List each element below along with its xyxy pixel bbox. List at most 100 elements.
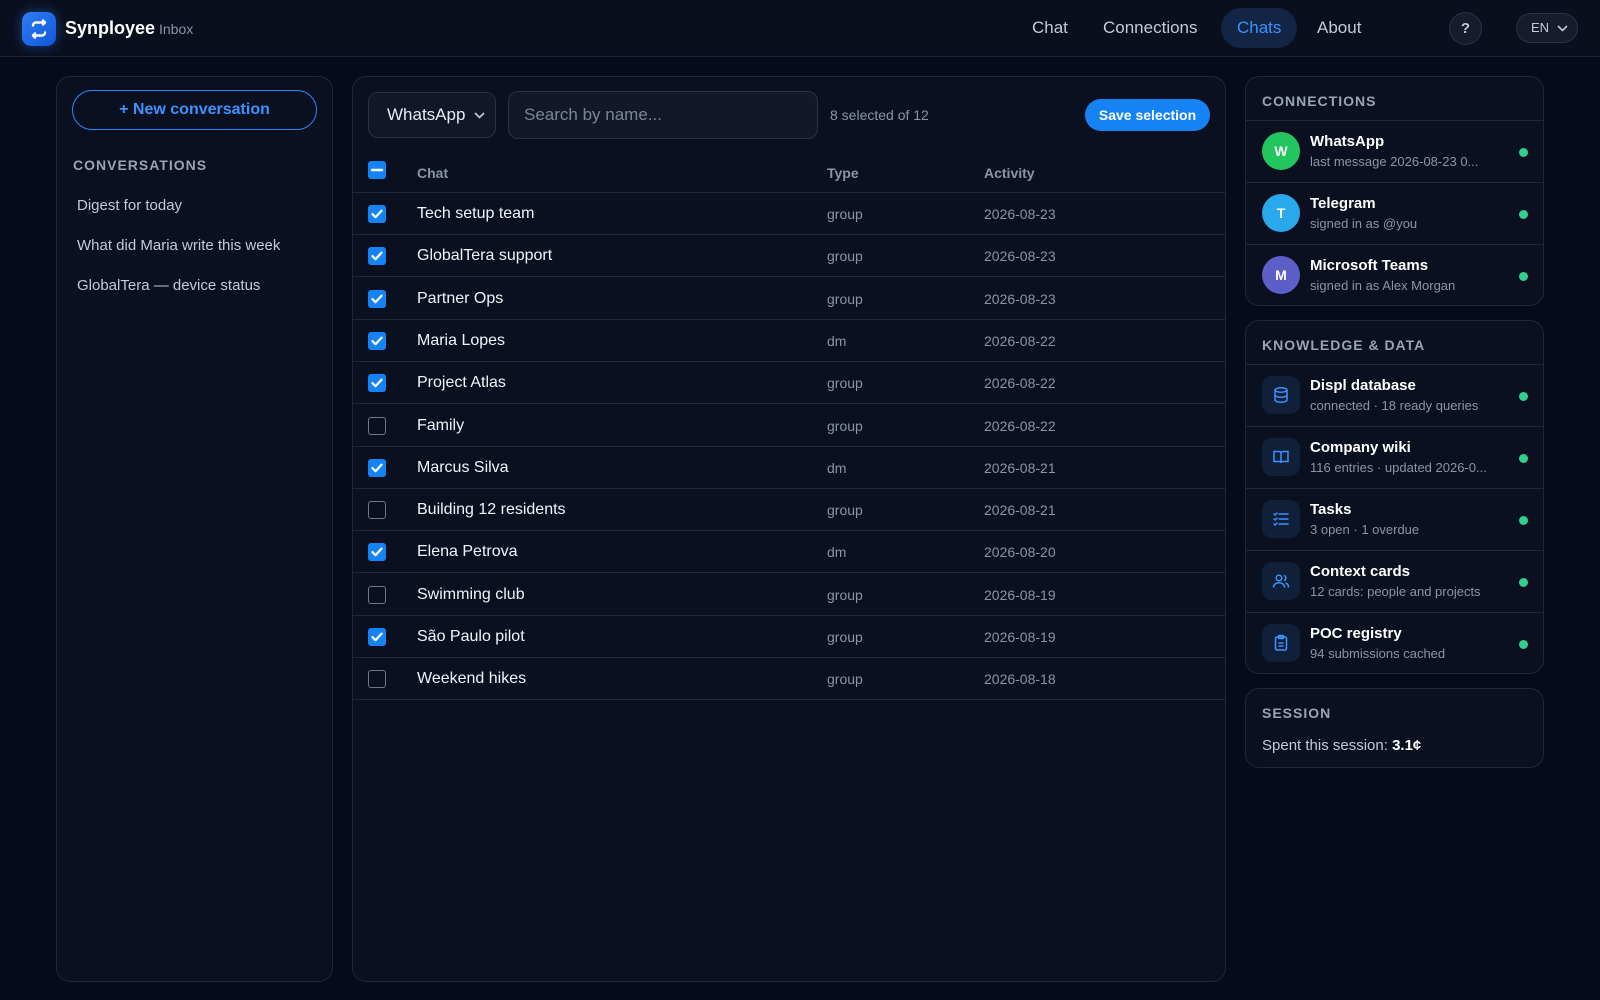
connection-row[interactable]: T Telegram signed in as @you <box>1246 182 1543 244</box>
session-spent-label: Spent this session: <box>1262 737 1388 754</box>
book-icon <box>1262 438 1300 476</box>
chat-name: GlobalTera support <box>417 247 553 265</box>
row-checkbox[interactable] <box>368 501 386 520</box>
knowledge-row[interactable]: Context cards 12 cards: people and projec… <box>1246 550 1543 612</box>
knowledge-card: KNOWLEDGE & DATA Displ database connected… <box>1245 320 1544 674</box>
nav-chats[interactable]: Chats <box>1221 8 1298 48</box>
table-row[interactable]: São Paulo pilot group 2026-08-19 <box>353 616 1225 658</box>
row-checkbox[interactable] <box>368 543 386 562</box>
table-row[interactable]: Family group 2026-08-22 <box>353 405 1225 447</box>
search-input[interactable] <box>508 91 818 139</box>
chat-type: group <box>827 417 863 434</box>
table-row[interactable]: Weekend hikes group 2026-08-18 <box>353 658 1225 701</box>
status-dot <box>1519 578 1528 587</box>
row-checkbox[interactable] <box>368 458 386 477</box>
column-header-type[interactable]: Type <box>827 165 859 181</box>
chat-type: group <box>827 206 863 222</box>
status-dot <box>1519 516 1528 525</box>
list-icon <box>1262 500 1300 538</box>
knowledge-row[interactable]: POC registry 94 submissions cached <box>1246 612 1543 673</box>
chevron-down-icon <box>1557 25 1568 32</box>
table-row[interactable]: Maria Lopes dm 2026-08-22 <box>353 320 1225 362</box>
chat-activity: 2026-08-19 <box>984 586 1056 603</box>
table-row[interactable]: Swimming club group 2026-08-19 <box>353 574 1225 616</box>
help-button[interactable]: ? <box>1449 12 1482 45</box>
column-header-activity[interactable]: Activity <box>984 165 1035 181</box>
chat-name: Tech setup team <box>417 205 535 222</box>
avatar: M <box>1262 256 1300 294</box>
conversations-title: CONVERSATIONS <box>73 157 208 173</box>
row-checkbox[interactable] <box>368 374 386 393</box>
chat-activity: 2026-08-23 <box>984 290 1056 307</box>
session-spent: Spent this session: 3.1¢ <box>1262 737 1421 754</box>
table-row[interactable]: Project Atlas group 2026-08-22 <box>353 362 1225 405</box>
table-row[interactable]: Marcus Silva dm 2026-08-21 <box>353 447 1225 489</box>
table-row[interactable]: Building 12 residents group 2026-08-21 <box>353 489 1225 532</box>
nav-about[interactable]: About <box>1301 8 1377 48</box>
nav-connections[interactable]: Connections <box>1087 8 1214 48</box>
knowledge-row[interactable]: Company wiki 116 entries · updated 2026-0… <box>1246 426 1543 488</box>
connection-row[interactable]: W WhatsApp last message 2026-08-23 0... <box>1246 120 1543 182</box>
knowledge-name: POC registry <box>1310 625 1402 642</box>
top-bar: Synployee Inbox Chat Connections Chats A… <box>0 0 1600 57</box>
chat-activity: 2026-08-22 <box>984 417 1056 434</box>
knowledge-name: Company wiki <box>1310 439 1411 456</box>
connection-name: Microsoft Teams <box>1310 257 1429 274</box>
chat-name: Weekend hikes <box>417 670 527 688</box>
app-logo-icon[interactable] <box>22 12 56 46</box>
avatar: T <box>1262 194 1300 232</box>
status-dot <box>1519 210 1528 219</box>
connections-title: CONNECTIONS <box>1262 93 1377 109</box>
platform-select[interactable]: WhatsApp <box>368 92 496 138</box>
table-row[interactable]: GlobalTera support group 2026-08-23 <box>353 235 1225 278</box>
conversation-item[interactable]: What did Maria write this week <box>77 237 280 254</box>
select-all-checkbox[interactable] <box>368 161 386 179</box>
check-icon <box>371 251 383 261</box>
people-icon <box>1262 562 1300 600</box>
knowledge-row[interactable]: Tasks 3 open · 1 overdue <box>1246 488 1543 550</box>
row-checkbox[interactable] <box>368 331 386 350</box>
conversation-item[interactable]: Digest for today <box>77 197 182 214</box>
chat-type: group <box>827 586 863 603</box>
chat-type: group <box>827 629 863 645</box>
chat-name: Building 12 residents <box>417 501 566 519</box>
connection-detail: signed in as @you <box>1310 216 1418 231</box>
knowledge-detail: connected · 18 ready queries <box>1310 398 1479 413</box>
row-checkbox[interactable] <box>368 289 386 308</box>
table-row[interactable]: Elena Petrova dm 2026-08-20 <box>353 531 1225 574</box>
row-checkbox[interactable] <box>368 670 386 689</box>
status-dot <box>1519 392 1528 401</box>
save-selection-button[interactable]: Save selection <box>1085 99 1210 131</box>
knowledge-row[interactable]: Displ database connected · 18 ready queri… <box>1246 364 1543 426</box>
connection-row[interactable]: M Microsoft Teams signed in as Alex Morgan <box>1246 244 1543 305</box>
table-row[interactable]: Tech setup team group 2026-08-23 <box>353 193 1225 235</box>
chat-type: group <box>827 290 863 307</box>
language-select[interactable]: EN <box>1516 13 1578 43</box>
row-checkbox[interactable] <box>368 416 386 435</box>
chat-activity: 2026-08-18 <box>984 671 1056 688</box>
brand-section: Inbox <box>159 21 194 37</box>
connection-detail: signed in as Alex Morgan <box>1310 278 1456 293</box>
status-dot <box>1519 454 1528 463</box>
new-conversation-button[interactable]: + New conversation <box>72 90 317 130</box>
database-icon <box>1262 376 1300 414</box>
selection-count: 8 selected of 12 <box>830 107 929 123</box>
row-checkbox[interactable] <box>368 205 386 223</box>
nav-chat[interactable]: Chat <box>1016 8 1084 48</box>
knowledge-title: KNOWLEDGE & DATA <box>1262 337 1426 353</box>
minus-icon <box>370 168 384 172</box>
session-card: SESSION Spent this session: 3.1¢ <box>1245 688 1544 768</box>
knowledge-detail: 12 cards: people and projects <box>1310 584 1481 599</box>
column-header-chat[interactable]: Chat <box>417 165 448 181</box>
conversation-item[interactable]: GlobalTera — device status <box>77 277 260 294</box>
table-row[interactable]: Partner Ops group 2026-08-23 <box>353 278 1225 320</box>
chat-activity: 2026-08-23 <box>984 248 1056 265</box>
clipboard-icon <box>1262 624 1300 662</box>
chats-panel: WhatsApp 8 selected of 12 Save selection… <box>352 76 1226 982</box>
row-checkbox[interactable] <box>368 628 386 646</box>
row-checkbox[interactable] <box>368 247 386 266</box>
chat-name: Marcus Silva <box>417 458 509 476</box>
brand-name: Synployee <box>65 18 156 38</box>
row-checkbox[interactable] <box>368 585 386 604</box>
chat-activity: 2026-08-20 <box>984 544 1056 561</box>
